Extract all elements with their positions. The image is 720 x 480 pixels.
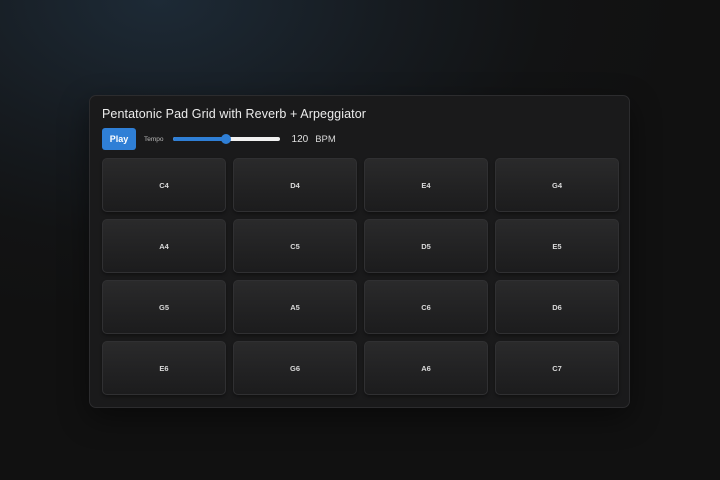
pad-note-label: C6 [421,302,431,312]
pad-grid: C4 D4 E4 G4 A4 C5 D5 E5 G5 A5 C6 D6 E6 G… [102,158,619,395]
pad-note-label: G6 [289,363,300,373]
note-pad[interactable]: D5 [364,219,488,273]
pad-grid-panel: Pentatonic Pad Grid with Reverb + Arpegg… [89,95,630,408]
tempo-slider[interactable] [172,134,280,144]
pad-note-label: C4 [159,180,169,190]
pad-note-label: A4 [159,241,169,251]
note-pad[interactable]: E4 [364,158,488,212]
note-pad[interactable]: A4 [102,219,226,273]
pad-note-label: C5 [290,241,300,251]
tempo-label: Tempo [144,135,164,143]
note-pad[interactable]: D6 [495,280,619,334]
transport-controls: Play Tempo 120 BPM [102,128,336,150]
note-pad[interactable]: C4 [102,158,226,212]
tempo-slider-thumb[interactable] [221,134,232,144]
note-pad[interactable]: C5 [233,219,357,273]
pad-note-label: C7 [552,363,562,373]
pad-note-label: E4 [421,180,431,190]
note-pad[interactable]: G5 [102,280,226,334]
note-pad[interactable]: G6 [233,341,357,395]
note-pad[interactable]: C6 [364,280,488,334]
pad-note-label: E5 [552,241,562,251]
pad-note-label: D4 [290,180,300,190]
pad-note-label: A5 [290,302,300,312]
pad-note-label: G4 [551,180,562,190]
play-button[interactable]: Play [102,128,136,150]
note-pad[interactable]: C7 [495,341,619,395]
note-pad[interactable]: A6 [364,341,488,395]
app-title: Pentatonic Pad Grid with Reverb + Arpegg… [102,107,367,121]
note-pad[interactable]: E5 [495,219,619,273]
tempo-slider-fill [172,137,227,141]
pad-note-label: E6 [159,363,169,373]
note-pad[interactable]: G4 [495,158,619,212]
pad-note-label: A6 [421,363,431,373]
note-pad[interactable]: D4 [233,158,357,212]
tempo-value: 120 [291,133,309,145]
note-pad[interactable]: A5 [233,280,357,334]
tempo-unit: BPM [315,133,336,145]
note-pad[interactable]: E6 [102,341,226,395]
pad-note-label: D6 [552,302,562,312]
pad-note-label: D5 [421,241,431,251]
pad-note-label: G5 [158,302,169,312]
